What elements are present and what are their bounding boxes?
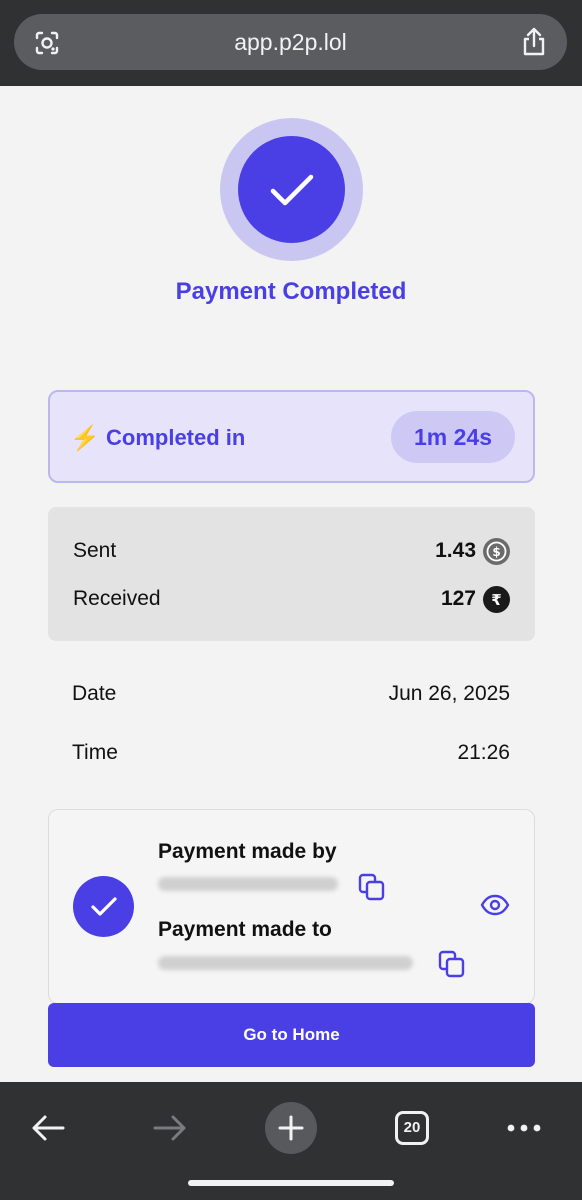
amounts-card: Sent 1.43 $ Received 127 ₹ [48,507,535,641]
verified-check-icon [73,876,134,937]
share-icon[interactable] [521,27,547,57]
new-tab-button[interactable] [261,1094,321,1162]
tabs-count: 20 [395,1111,429,1145]
sent-label: Sent [73,539,117,562]
received-row: Received 127 ₹ [73,586,510,617]
payment-party-card: Payment made by Payment made to [48,809,535,1004]
bolt-icon: ⚡ [70,425,100,452]
home-indicator [188,1180,394,1186]
time-label: Time [72,741,118,764]
completed-in-card: ⚡ Completed in 1m 24s [48,390,535,483]
received-value: 127 [440,587,476,610]
copy-icon[interactable] [357,872,387,902]
time-row: Time 21:26 [72,741,510,771]
more-icon[interactable] [494,1102,554,1154]
rupee-icon: ₹ [483,586,510,613]
svg-text:$: $ [492,545,500,559]
time-value: 21:26 [457,741,510,764]
copy-icon[interactable] [437,949,467,979]
received-label: Received [73,587,161,610]
go-to-home-button[interactable]: Go to Home [48,1003,535,1067]
payer-id-redacted [158,877,338,891]
success-halo [220,118,363,261]
duration-badge: 1m 24s [391,411,515,463]
browser-top-bar: app.p2p.lol [0,0,582,86]
completed-label: Completed in [106,425,246,450]
sent-row: Sent 1.43 $ [73,538,510,569]
url-text: app.p2p.lol [234,29,347,55]
plus-icon [265,1102,317,1154]
payment-made-to-label: Payment made to [158,918,332,941]
tabs-button[interactable]: 20 [382,1102,442,1154]
back-arrow-icon[interactable] [18,1102,78,1154]
check-icon [238,136,345,243]
date-row: Date Jun 26, 2025 [72,682,510,712]
page-title: Payment Completed [175,278,407,305]
payee-id-redacted [158,956,413,970]
eye-icon[interactable] [480,894,510,916]
forward-arrow-icon[interactable] [140,1102,200,1154]
date-value: Jun 26, 2025 [388,682,510,705]
payment-made-by-label: Payment made by [158,840,337,863]
address-bar[interactable]: app.p2p.lol [14,14,567,70]
svg-text:₹: ₹ [491,591,501,609]
sent-value: 1.43 [435,539,476,562]
usdc-icon: $ [483,538,510,565]
date-label: Date [72,682,117,705]
